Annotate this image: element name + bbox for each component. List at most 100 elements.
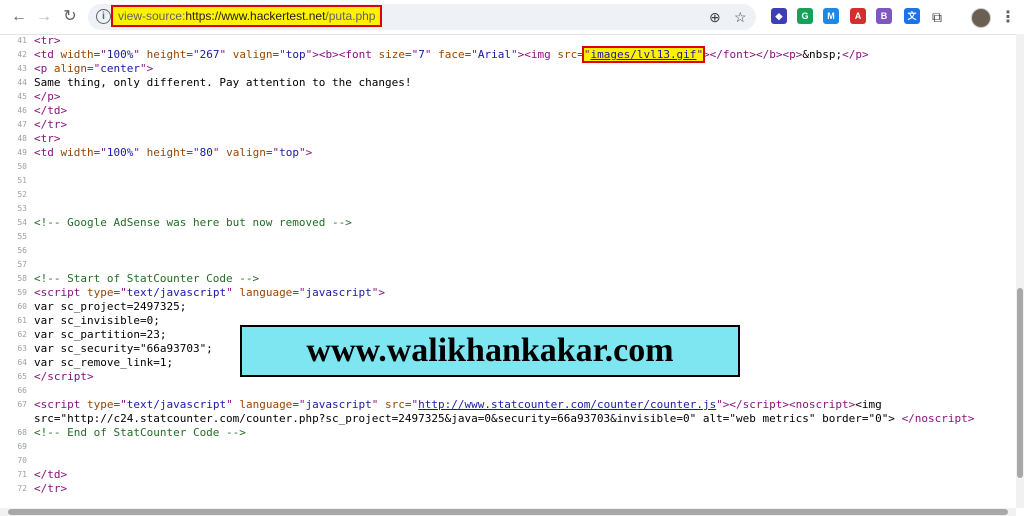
- line-number: 61: [17, 316, 27, 325]
- line-code: var sc_security="66a93703";: [34, 342, 213, 355]
- source-line: 53: [0, 202, 1016, 216]
- back-arrow-icon[interactable]: ←: [8, 6, 30, 28]
- line-number: 45: [17, 92, 27, 101]
- line-code: <!-- End of StatCounter Code -->: [34, 426, 246, 439]
- source-line: 44 Same thing, only different. Pay attent…: [0, 76, 1016, 90]
- url-text[interactable]: view-source:https://www.hackertest.net/p…: [111, 5, 383, 27]
- line-code: var sc_partition=23;: [34, 328, 167, 341]
- avatar[interactable]: [971, 8, 991, 28]
- line-code: </script>: [34, 370, 94, 383]
- url-host: https://www.hackertest.net: [185, 9, 326, 23]
- source-line: 58 <!-- Start of StatCounter Code -->: [0, 272, 1016, 286]
- pdf-extension-icon[interactable]: A: [850, 8, 866, 24]
- source-line: 52: [0, 188, 1016, 202]
- line-code: var sc_project=2497325;: [34, 300, 187, 313]
- line-number: 59: [17, 288, 27, 297]
- line-number: 52: [17, 190, 27, 199]
- translate-extension-icon[interactable]: 文: [904, 8, 920, 24]
- line-number: 62: [17, 330, 27, 339]
- forward-arrow-icon[interactable]: →: [33, 6, 55, 28]
- line-number: 43: [17, 64, 27, 73]
- line-code: <td width="100%" height="80" valign="top…: [34, 146, 313, 159]
- source-line: 51: [0, 174, 1016, 188]
- line-code: src="http://c24.statcounter.com/counter.…: [34, 412, 975, 425]
- line-number: 66: [17, 386, 27, 395]
- watermark-banner: www.walikhankakar.com: [240, 325, 740, 377]
- source-line: 54 <!-- Google AdSense was here but now r…: [0, 216, 1016, 230]
- source-line: 42 <td width="100%" height="267" valign="…: [0, 46, 1016, 63]
- line-number: 44: [17, 78, 27, 87]
- line-code: </td>: [34, 468, 68, 481]
- source-line: 46 </td>: [0, 104, 1016, 118]
- line-code: <p align="center">: [34, 62, 154, 75]
- line-number: 41: [17, 36, 27, 45]
- source-line: 70: [0, 454, 1016, 468]
- source-line: 71 </td>: [0, 468, 1016, 482]
- source-line: 55: [0, 230, 1016, 244]
- source-line: 43 <p align="center">: [0, 62, 1016, 76]
- line-code: </tr>: [34, 118, 68, 131]
- b-extension-icon[interactable]: B: [876, 8, 892, 24]
- horizontal-scrollbar-thumb[interactable]: [8, 509, 1008, 515]
- extensions-puzzle-icon[interactable]: ⧉: [932, 8, 942, 26]
- source-link[interactable]: http://www.statcounter.com/counter/count…: [418, 398, 716, 411]
- line-number: 70: [17, 456, 27, 465]
- source-line: 60 var sc_project=2497325;: [0, 300, 1016, 314]
- zoom-icon[interactable]: ⊕: [709, 8, 721, 26]
- line-number: 69: [17, 442, 27, 451]
- source-line: 45 </p>: [0, 90, 1016, 104]
- line-number: 47: [17, 120, 27, 129]
- line-number: 63: [17, 344, 27, 353]
- line-number: 68: [17, 428, 27, 437]
- line-code: <script type="text/javascript" language=…: [34, 286, 386, 299]
- shield-extension-icon[interactable]: ◆: [771, 8, 787, 24]
- line-number: 71: [17, 470, 27, 479]
- line-code: </tr>: [34, 482, 68, 495]
- grammarly-extension-icon[interactable]: G: [797, 8, 813, 24]
- browser-toolbar: ← → ↻ i view-source:https://www.hackerte…: [0, 0, 1024, 35]
- line-code: var sc_invisible=0;: [34, 314, 160, 327]
- line-number: 51: [17, 176, 27, 185]
- line-number: 54: [17, 218, 27, 227]
- line-number: 53: [17, 204, 27, 213]
- line-number: 72: [17, 484, 27, 493]
- source-line: 48 <tr>: [0, 132, 1016, 146]
- line-code: <!-- Start of StatCounter Code -->: [34, 272, 260, 285]
- line-number: 50: [17, 162, 27, 171]
- url-path: /puta.php: [325, 9, 376, 23]
- line-code: <tr>: [34, 132, 61, 145]
- line-code: <td width="100%" height="267" valign="to…: [34, 46, 869, 63]
- source-line: 67 <script type="text/javascript" languag…: [0, 398, 1016, 412]
- menu-kebab-icon[interactable]: ⋮: [1000, 6, 1016, 28]
- line-number: 57: [17, 260, 27, 269]
- line-number: 42: [17, 50, 27, 59]
- source-link[interactable]: images/lvl13.gif: [590, 48, 696, 61]
- source-line: 49 <td width="100%" height="80" valign="t…: [0, 146, 1016, 160]
- source-line: 68 <!-- End of StatCounter Code -->: [0, 426, 1016, 440]
- source-line: 59 <script type="text/javascript" languag…: [0, 286, 1016, 300]
- line-number: 58: [17, 274, 27, 283]
- line-number: 65: [17, 372, 27, 381]
- line-number: 48: [17, 134, 27, 143]
- site-info-icon[interactable]: i: [96, 9, 111, 24]
- line-code: </td>: [34, 104, 68, 117]
- source-view: 41 <tr> 42 <td width="100%" height="267" va…: [0, 34, 1016, 508]
- source-line: src="http://c24.statcounter.com/counter.…: [0, 412, 1016, 426]
- source-line: 50: [0, 160, 1016, 174]
- source-line: 47 </tr>: [0, 118, 1016, 132]
- line-code: </p>: [34, 90, 61, 103]
- source-line: 72 </tr>: [0, 482, 1016, 496]
- source-line: 41 <tr>: [0, 34, 1016, 48]
- line-number: 60: [17, 302, 27, 311]
- vertical-scrollbar-thumb[interactable]: [1017, 288, 1023, 478]
- reload-icon[interactable]: ↻: [59, 6, 81, 28]
- line-code: <tr>: [34, 34, 61, 47]
- line-code: <script type="text/javascript" language=…: [34, 398, 882, 411]
- bookmark-star-icon[interactable]: ☆: [734, 8, 747, 26]
- source-line: 66: [0, 384, 1016, 398]
- source-line: 69: [0, 440, 1016, 454]
- line-number: 55: [17, 232, 27, 241]
- line-number: 56: [17, 246, 27, 255]
- m-extension-icon[interactable]: M: [823, 8, 839, 24]
- line-number: 67: [17, 400, 27, 409]
